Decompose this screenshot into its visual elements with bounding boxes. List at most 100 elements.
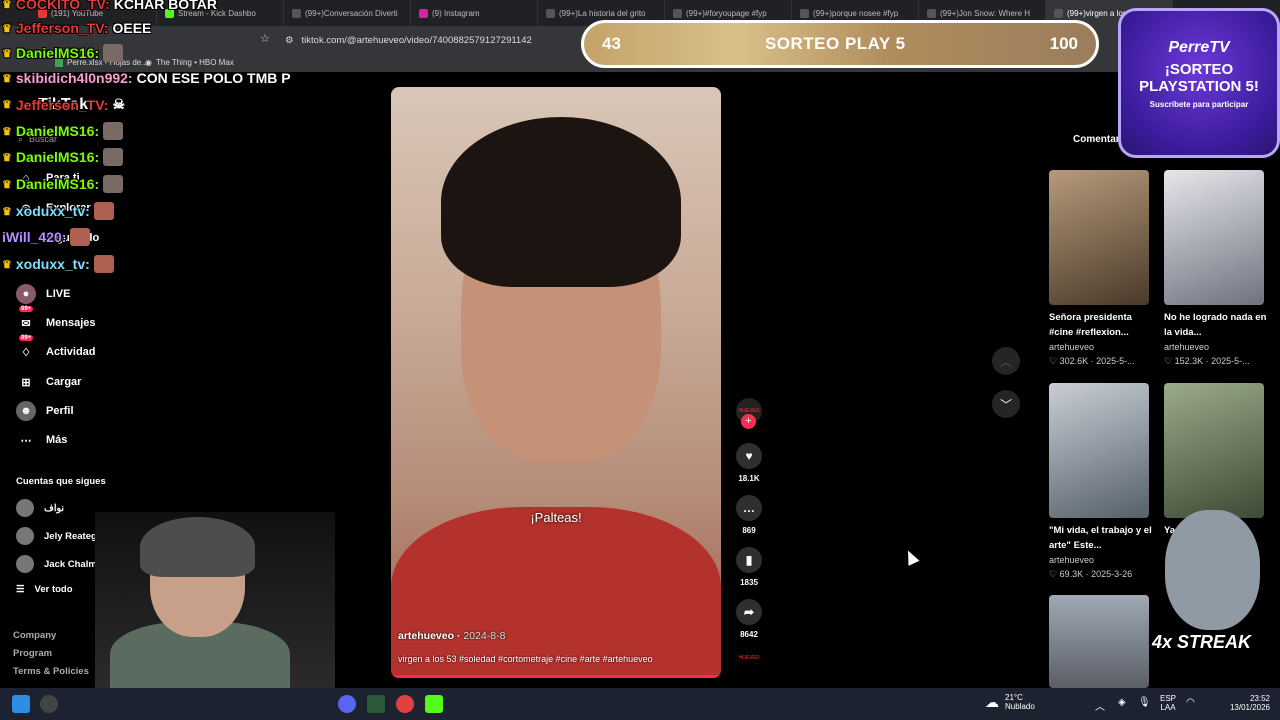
crown-icon: ♛	[2, 258, 12, 271]
chat-message: ♛ skibidich4l0n992: CON ESE POLO TMB P	[2, 70, 291, 86]
clock-time: 23:52	[1249, 694, 1270, 703]
video-thumbnail[interactable]	[1049, 170, 1149, 305]
chat-message: ♛ COCKITO_TV: KCHAR BOTAR	[2, 0, 217, 12]
streamer-webcam	[95, 512, 335, 702]
promo-subtitle: Suscríbete para participar	[1149, 100, 1249, 109]
tray-chevron-icon[interactable]: ︿	[1095, 698, 1105, 713]
video-stats: ♡ 302.6K · 2025-5-...	[1049, 356, 1135, 366]
chat-user: skibidich4l0n992:	[15, 70, 133, 86]
language-indicator[interactable]: ESP LAA	[1160, 694, 1176, 712]
emote-icon	[93, 202, 114, 220]
share-count: 8642	[740, 630, 758, 639]
clock[interactable]: 23:52 13/01/2026	[1228, 694, 1270, 712]
chat-message: ♛ xoduxx_tv:	[2, 202, 114, 220]
nav-label: Mensajes	[46, 317, 96, 329]
skull-icon: ☠	[112, 96, 126, 112]
video-thumbnail[interactable]	[1049, 383, 1149, 518]
sidebar-item-mas[interactable]: ⋯ Más	[16, 430, 68, 450]
kick-icon[interactable]	[425, 695, 443, 713]
stream-chat-overlay: ♛ COCKITO_TV: KCHAR BOTAR ♛ Jefferson_TV: OE…	[0, 0, 330, 280]
video-title[interactable]: "Mi vida, el trabajo y el arte" Este...	[1049, 523, 1154, 553]
network-icon[interactable]: ◈	[1118, 697, 1126, 708]
share-button[interactable]: ➦ 8642	[735, 599, 763, 639]
sidebar-item-live[interactable]: ● LIVE	[16, 284, 70, 304]
nav-label: Más	[46, 434, 68, 446]
crown-icon: ♛	[2, 0, 12, 11]
webcam-hair	[140, 517, 255, 577]
clock-date: 13/01/2026	[1229, 703, 1270, 712]
comment-count: 869	[742, 526, 756, 535]
message-icon: ✉ 99+	[19, 306, 34, 330]
promo-title: ¡SORTEO PLAYSTATION 5!	[1139, 61, 1259, 95]
live-icon: ●	[16, 284, 36, 304]
following-account[interactable]: نواف	[16, 499, 64, 517]
streak-overlay: 4x STREAK	[1150, 505, 1280, 690]
tab-label: (9) Instagram	[432, 8, 480, 18]
video-author[interactable]: artehueveo	[1164, 342, 1209, 352]
chat-user: DanielMS16:	[15, 176, 100, 192]
tiktok-icon	[927, 8, 936, 18]
video-progress-bar[interactable]	[391, 675, 721, 678]
lang-layout: LAA	[1160, 703, 1176, 712]
save-button[interactable]: ▮ 1835	[735, 547, 763, 587]
chat-text: CON ESE POLO TMB P	[136, 70, 291, 86]
comment-icon: …	[736, 495, 762, 521]
chat-user: Jefferson_TV:	[15, 96, 109, 113]
avatar	[16, 499, 34, 517]
video-author[interactable]: artehueveo · 2024-8-8	[398, 630, 505, 642]
sorteo-title: SORTEO PLAY 5	[764, 34, 906, 53]
crown-icon: ♛	[2, 99, 12, 111]
video-author[interactable]: artehueveo	[1049, 555, 1094, 565]
streak-label: 4x STREAK	[1152, 632, 1252, 652]
see-all-link[interactable]: ☰ Ver todo	[16, 584, 73, 595]
sidebar-item-mensajes[interactable]: ✉ 99+ Mensajes	[16, 306, 96, 333]
footer-link[interactable]: Program	[13, 648, 52, 659]
chevron-up-icon: ︿	[999, 354, 1012, 369]
view-count: 152.3K	[1174, 356, 1204, 366]
app-icon[interactable]	[367, 695, 385, 713]
discord-icon[interactable]	[338, 695, 356, 713]
music-disc-icon[interactable]: HUEVEO	[737, 655, 761, 667]
url-text: tiktok.com/@artehueveo/video/74008825791…	[301, 35, 532, 46]
sidebar-item-actividad[interactable]: ♢ 99+ Actividad	[16, 335, 96, 362]
video-author[interactable]: artehueveo	[1049, 342, 1094, 352]
cloud-icon: ☁	[985, 693, 999, 710]
account-name: نواف	[44, 502, 65, 514]
search-icon[interactable]	[40, 695, 58, 713]
url-field[interactable]: ⚙ tiktok.com/@artehueveo/video/7400882579…	[285, 32, 585, 49]
sorteo-current: 43	[602, 34, 621, 53]
sidebar-item-cargar[interactable]: ⊞ Cargar	[16, 372, 81, 392]
follow-plus-icon[interactable]: +	[741, 414, 756, 429]
browser-tab[interactable]: (9) Instagram	[411, 0, 538, 26]
crown-icon: ♛	[2, 205, 12, 218]
next-video-button[interactable]: ﹀	[992, 390, 1020, 418]
wifi-icon[interactable]: ◠	[1186, 697, 1195, 708]
video-thumbnail[interactable]	[1164, 383, 1264, 518]
nav-label: LIVE	[46, 288, 71, 300]
chat-user: DanielMS16:	[15, 123, 100, 139]
like-button[interactable]: ♥ 18.1K	[735, 443, 763, 483]
comment-button[interactable]: … 869	[735, 495, 763, 535]
following-account[interactable]: Jely Reategui	[16, 527, 105, 545]
lang-code: ESP	[1160, 694, 1177, 703]
video-title[interactable]: No he logrado nada en la vida...	[1164, 310, 1269, 340]
previous-video-button[interactable]: ︿	[992, 347, 1020, 375]
obs-icon[interactable]	[396, 695, 414, 713]
weather-widget[interactable]: ☁ 21°C Nublado	[985, 693, 1035, 711]
following-title: Cuentas que sigues	[16, 476, 106, 487]
video-thumbnail[interactable]	[1164, 170, 1264, 305]
sorteo-progress-bar: 43 SORTEO PLAY 5 100	[581, 20, 1099, 68]
windows-start-icon[interactable]	[12, 695, 30, 713]
footer-link[interactable]: Company	[13, 630, 56, 641]
emote-icon	[93, 255, 114, 273]
video-title[interactable]: Señora presidenta #cine #reflexion...	[1049, 310, 1154, 340]
tiktok-icon	[673, 8, 682, 18]
footer-link[interactable]: Terms & Policies	[13, 666, 89, 677]
video-thumbnail[interactable]	[1049, 595, 1149, 688]
sidebar-item-perfil[interactable]: ☻ Perfil	[16, 401, 74, 421]
video-player[interactable]: ¡Palteas! artehueveo · 2024-8-8 virgen a…	[391, 87, 721, 678]
chat-message: ♛ Jefferson_TV: OEEE	[2, 20, 151, 36]
upload-icon: ⊞	[21, 376, 31, 389]
chat-message: ♛ DanielMS16:	[2, 175, 124, 193]
mic-icon[interactable]: 🎙	[1138, 697, 1151, 708]
